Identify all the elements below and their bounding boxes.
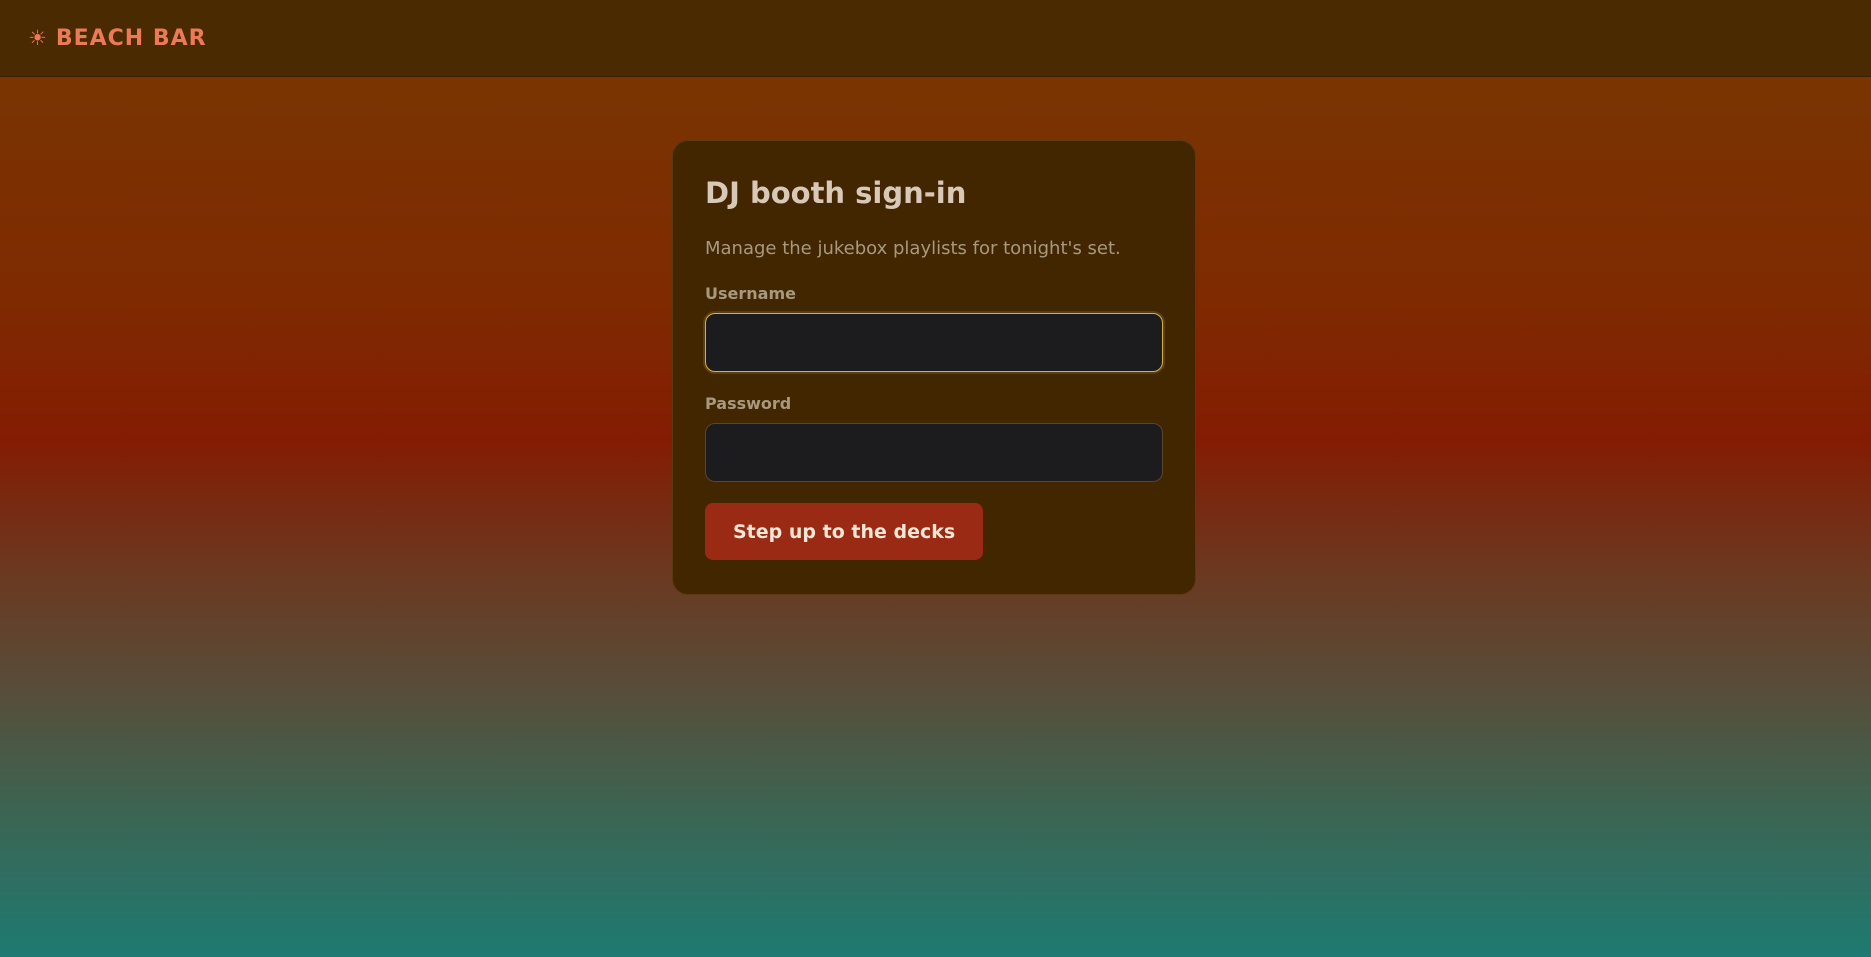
sign-in-card: DJ booth sign-in Manage the jukebox play… xyxy=(672,140,1196,595)
sun-icon: ☀ xyxy=(28,26,48,50)
brand-name: BEACH BAR xyxy=(55,25,207,51)
page-title: DJ booth sign-in xyxy=(705,176,967,210)
password-label: Password xyxy=(705,394,792,413)
sign-in-button[interactable]: Step up to the decks xyxy=(705,503,984,560)
username-input[interactable] xyxy=(705,313,1163,372)
password-input[interactable] xyxy=(705,423,1163,482)
top-bar: ☀ BEACH BAR xyxy=(0,0,1871,77)
password-group: Password xyxy=(705,394,1163,482)
brand-logo[interactable]: ☀ BEACH BAR xyxy=(28,26,207,51)
username-group: Username xyxy=(705,284,1163,372)
username-label: Username xyxy=(705,284,796,303)
page-subtitle: Manage the jukebox playlists for tonight… xyxy=(705,238,1121,259)
